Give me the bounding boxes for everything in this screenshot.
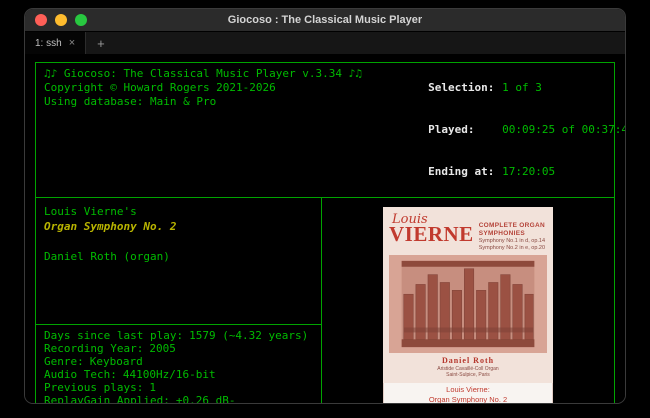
performer-line: Daniel Roth (organ) — [44, 249, 313, 264]
stat-row: Audio Tech: 44100Hz/16-bit — [44, 368, 313, 381]
stat-label: Days since last play: — [44, 329, 183, 342]
ending-label: Ending at: — [428, 165, 502, 179]
app-version-line: ♫♪ Giocoso: The Classical Music Player v… — [44, 67, 362, 81]
work-title: Organ Symphony No. 2 — [44, 219, 313, 234]
stat-row: Days since last play: 1579 (~4.32 years) — [44, 329, 313, 342]
tab-bar: 1: ssh × + — [25, 31, 625, 54]
album-performer-name: Daniel Roth — [389, 356, 547, 366]
album-art-panel: Louis VIERNE COMPLETE ORGAN SYMPHONIES S… — [322, 198, 614, 404]
header-panel: ♫♪ Giocoso: The Classical Music Player v… — [35, 62, 615, 198]
close-window-button[interactable] — [35, 14, 47, 26]
stats-panel: Days since last play:1579 (~4.32 years) … — [36, 324, 321, 404]
album-cover: Louis VIERNE COMPLETE ORGAN SYMPHONIES S… — [383, 207, 553, 383]
stat-value: +0.26 dB- — [176, 394, 236, 404]
composer-line: Louis Vierne's — [44, 204, 313, 219]
played-row: Played:00:09:25 of 00:37:47 — [362, 109, 626, 151]
album-performer-block: Daniel Roth Aristide Cavaillé-Coll Organ… — [389, 356, 547, 378]
stat-label: ReplayGain Applied: — [44, 394, 170, 404]
main-panel: Louis Vierne's Organ Symphony No. 2 Dani… — [35, 197, 615, 404]
stat-label: Genre: — [44, 355, 84, 368]
ending-row: Ending at:17:20:05 — [362, 151, 626, 193]
organ-pipes-image — [389, 255, 547, 353]
album-art: Louis VIERNE COMPLETE ORGAN SYMPHONIES S… — [383, 207, 553, 404]
selection-row: Selection:1 of 3 — [362, 67, 626, 109]
terminal-window: Giocoso : The Classical Music Player 1: … — [24, 8, 626, 404]
header-left: ♫♪ Giocoso: The Classical Music Player v… — [44, 67, 362, 193]
terminal-content: ♫♪ Giocoso: The Classical Music Player v… — [25, 54, 625, 404]
stat-row: Recording Year: 2005 — [44, 342, 313, 355]
stat-label: Recording Year: — [44, 342, 143, 355]
track-info: Louis Vierne's Organ Symphony No. 2 Dani… — [36, 198, 321, 324]
album-caption: Louis Vierne: Organ Symphony No. 2 — [383, 383, 553, 404]
album-artist-block: Louis VIERNE — [389, 213, 474, 245]
stat-value: 1579 (~4.32 years) — [189, 329, 308, 342]
album-subtitle-1: Symphony No.1 in d, op.14 — [479, 238, 547, 245]
zoom-window-button[interactable] — [75, 14, 87, 26]
album-title: COMPLETE ORGAN SYMPHONIES — [479, 222, 547, 238]
minimize-window-button[interactable] — [55, 14, 67, 26]
selection-value: 1 of 3 — [502, 81, 542, 94]
tab-close-icon[interactable]: × — [69, 37, 75, 49]
stat-row: Previous plays: 1 — [44, 381, 313, 394]
stat-value: 44100Hz/16-bit — [123, 368, 216, 381]
album-caption-line1: Louis Vierne: — [384, 385, 552, 395]
stat-label: Audio Tech: — [44, 368, 117, 381]
header-right: Selection:1 of 3 Played:00:09:25 of 00:3… — [362, 67, 626, 193]
album-artist-last-name: VIERNE — [389, 224, 474, 245]
stat-row: Genre: Keyboard — [44, 355, 313, 368]
ending-value: 17:20:05 — [502, 165, 555, 178]
stat-value: 2005 — [149, 342, 176, 355]
copyright-line: Copyright © Howard Rogers 2021-2026 — [44, 81, 362, 95]
traffic-lights — [25, 14, 87, 26]
tab-ssh[interactable]: 1: ssh × — [25, 32, 86, 54]
selection-label: Selection: — [428, 81, 502, 95]
album-subtitle-2: Symphony No.2 in e, op.20 — [479, 245, 547, 252]
now-playing-panel: Louis Vierne's Organ Symphony No. 2 Dani… — [36, 198, 322, 404]
titlebar: Giocoso : The Classical Music Player — [25, 9, 625, 31]
album-caption-line2: Organ Symphony No. 2 — [384, 395, 552, 404]
album-location-line: Saint-Sulpice, Paris — [389, 372, 547, 378]
new-tab-button[interactable]: + — [86, 32, 116, 54]
stat-row: ReplayGain Applied: +0.26 dB- — [44, 394, 313, 404]
database-line: Using database: Main & Pro — [44, 95, 362, 109]
album-cover-head: Louis VIERNE COMPLETE ORGAN SYMPHONIES S… — [389, 213, 547, 252]
window-title: Giocoso : The Classical Music Player — [25, 14, 625, 26]
stat-label: Previous plays: — [44, 381, 143, 394]
tab-label: 1: ssh — [35, 38, 62, 49]
album-title-block: COMPLETE ORGAN SYMPHONIES Symphony No.1 … — [479, 213, 547, 252]
played-label: Played: — [428, 123, 502, 137]
stat-value: 1 — [149, 381, 156, 394]
stat-value: Keyboard — [90, 355, 143, 368]
played-value: 00:09:25 of 00:37:47 — [502, 123, 626, 136]
